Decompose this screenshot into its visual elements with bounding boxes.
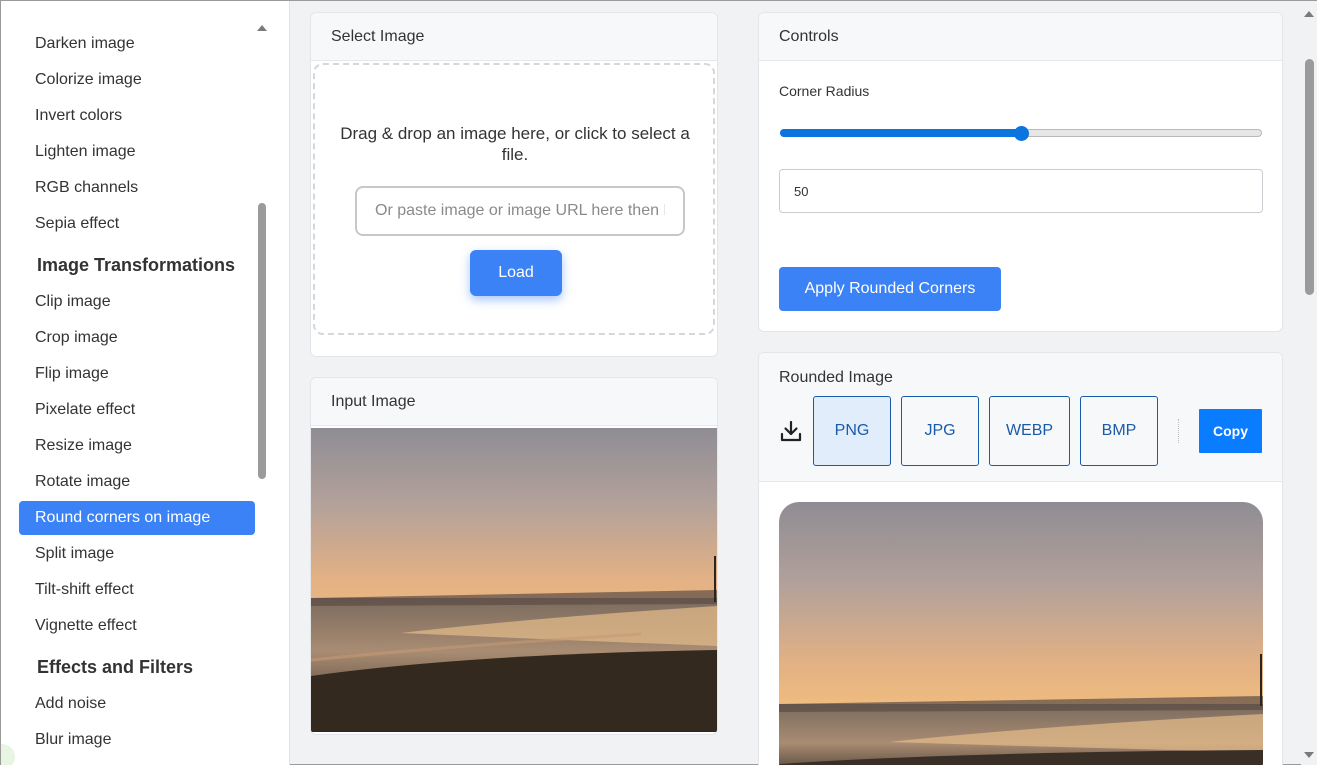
sidebar-scrollbar[interactable]: [255, 17, 269, 765]
sidebar-item-resize-image[interactable]: Resize image: [19, 429, 255, 463]
sidebar-item-rgb-channels[interactable]: RGB channels: [19, 171, 255, 205]
copy-button[interactable]: Copy: [1199, 409, 1262, 453]
input-image-card: Input Image: [310, 377, 718, 735]
sidebar-item-colorize-image[interactable]: Colorize image: [19, 63, 255, 97]
chevron-up-icon[interactable]: [1304, 11, 1314, 17]
rounded-image-card: Rounded Image PNG JPG WEBP BMP Copy: [758, 352, 1283, 765]
sidebar-section-header: Image Transformations: [37, 255, 236, 275]
sidebar-item-tilt-shift-effect[interactable]: Tilt-shift effect: [19, 573, 255, 607]
input-image-preview: [311, 428, 717, 732]
toolbar-divider: [1178, 419, 1179, 443]
sidebar-item-add-noise[interactable]: Add noise: [19, 687, 255, 721]
sidebar-item-sepia-effect[interactable]: Sepia effect: [19, 207, 255, 241]
sidebar-item-darken-image[interactable]: Darken image: [19, 27, 255, 61]
image-url-input[interactable]: [355, 186, 685, 236]
corner-radius-slider[interactable]: [780, 126, 1262, 141]
sidebar-item-lighten-image[interactable]: Lighten image: [19, 135, 255, 169]
image-dropzone[interactable]: Drag & drop an image here, or click to s…: [313, 63, 715, 335]
input-image-title: Input Image: [311, 378, 717, 426]
sidebar-scrollbar-thumb[interactable]: [258, 203, 266, 479]
sidebar-item-rotate-image[interactable]: Rotate image: [19, 465, 255, 499]
chevron-up-icon[interactable]: [257, 25, 267, 31]
controls-title: Controls: [759, 13, 1282, 61]
sidebar-item-flip-image[interactable]: Flip image: [19, 357, 255, 391]
slider-fill: [780, 129, 1021, 137]
sidebar-item-invert-colors[interactable]: Invert colors: [19, 99, 255, 133]
select-image-title: Select Image: [311, 13, 717, 61]
corner-decoration: [1, 744, 15, 765]
corner-radius-input[interactable]: [779, 169, 1263, 213]
format-webp-button[interactable]: WEBP: [989, 396, 1070, 466]
format-bmp-button[interactable]: BMP: [1080, 396, 1158, 466]
apply-rounded-corners-button[interactable]: Apply Rounded Corners: [779, 267, 1001, 311]
controls-card: Controls Corner Radius Apply Rounded Cor…: [758, 12, 1283, 332]
sidebar-item-pixelate-effect[interactable]: Pixelate effect: [19, 393, 255, 427]
download-icon[interactable]: [779, 419, 803, 443]
sidebar-list: Darken image Colorize image Invert colors L…: [19, 27, 255, 759]
rounded-image-title: Rounded Image: [779, 369, 893, 386]
rounded-image-preview: [779, 502, 1263, 765]
sidebar-item-round-corners-on-image[interactable]: Round corners on image: [19, 501, 255, 535]
sidebar: Darken image Colorize image Invert colors L…: [1, 1, 290, 765]
main-scrollbar-thumb[interactable]: [1305, 59, 1314, 295]
sidebar-item-blur-image[interactable]: Blur image: [19, 723, 255, 757]
sidebar-item-crop-image[interactable]: Crop image: [19, 321, 255, 355]
dropzone-text: Drag & drop an image here, or click to s…: [340, 124, 690, 164]
sidebar-item-split-image[interactable]: Split image: [19, 537, 255, 571]
slider-thumb[interactable]: [1014, 126, 1029, 141]
load-button[interactable]: Load: [470, 250, 562, 296]
sidebar-section-header: Effects and Filters: [37, 657, 194, 677]
main-scrollbar[interactable]: [1301, 1, 1317, 765]
format-png-button[interactable]: PNG: [813, 396, 891, 466]
sidebar-item-clip-image[interactable]: Clip image: [19, 285, 255, 319]
format-jpg-button[interactable]: JPG: [901, 396, 979, 466]
select-image-card: Select Image Drag & drop an image here, …: [310, 12, 718, 357]
rounded-image-toolbar: Rounded Image PNG JPG WEBP BMP Copy: [759, 353, 1282, 482]
corner-radius-label: Corner Radius: [779, 83, 870, 99]
sidebar-item-vignette-effect[interactable]: Vignette effect: [19, 609, 255, 643]
chevron-down-icon[interactable]: [1304, 752, 1314, 758]
